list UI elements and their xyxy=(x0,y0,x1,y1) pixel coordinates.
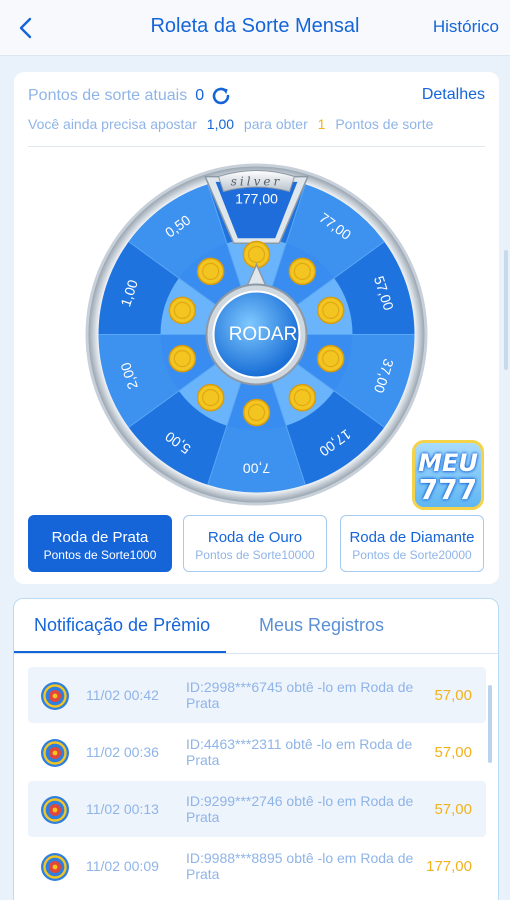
coin-icon xyxy=(196,383,225,412)
coin-icon xyxy=(316,296,345,325)
divider xyxy=(28,146,485,147)
need-middle: para obter xyxy=(243,116,308,132)
prize-medal-icon xyxy=(41,796,69,824)
records-panel: Notificação de Prêmio Meus Registros 11/… xyxy=(13,598,499,900)
coin-icon xyxy=(168,296,197,325)
active-tab-indicator xyxy=(14,651,226,653)
tab-my-records[interactable]: Meus Registros xyxy=(259,615,384,636)
tier-name: Roda de Prata xyxy=(51,529,149,546)
tier-name: Roda de Ouro xyxy=(207,529,303,546)
prize-notification-list: 11/02 00:42 ID:2998***6745 obtê -lo em R… xyxy=(28,667,486,900)
row-prize: 57,00 xyxy=(434,687,472,704)
tier-requirement: Pontos de Sorte1000 xyxy=(43,548,157,562)
header: Roleta da Sorte Mensal Histórico xyxy=(0,0,510,56)
row-time: 11/02 00:36 xyxy=(86,744,159,760)
list-item: 11/02 00:36 ID:4463***2311 obtê -lo em R… xyxy=(28,724,486,780)
refresh-icon[interactable] xyxy=(210,85,232,107)
row-description: ID:9988***8895 obtê -lo em Roda de Prata xyxy=(186,850,414,882)
list-item: 11/02 00:09 ID:9988***8895 obtê -lo em R… xyxy=(28,838,486,894)
row-description: ID:9299***2746 obtê -lo em Roda de Prata xyxy=(186,793,414,825)
tier-name: Roda de Diamante xyxy=(349,529,475,546)
row-prize: 57,00 xyxy=(434,744,472,761)
wheel-tiers: Roda de Prata Pontos de Sorte1000 Roda d… xyxy=(28,515,484,573)
row-prize: 177,00 xyxy=(426,858,472,875)
need-amount: 1,00 xyxy=(206,116,235,132)
luck-points-label: Pontos de sorte atuais xyxy=(28,87,188,104)
meu777-logo[interactable]: MEU 777 xyxy=(412,440,484,510)
wheel-segment-label: 7,00 xyxy=(243,461,270,477)
need-count: 1 xyxy=(317,116,326,132)
row-time: 11/02 00:42 xyxy=(86,687,159,703)
need-suffix: Pontos de sorte xyxy=(335,116,434,132)
coin-icon xyxy=(288,257,317,286)
history-link[interactable]: Histórico xyxy=(433,17,499,37)
coin-icon xyxy=(168,344,197,373)
list-item: 11/02 00:42 ID:2998***6745 obtê -lo em R… xyxy=(28,667,486,723)
page-scrollbar[interactable] xyxy=(504,250,508,370)
tier-gold-button[interactable]: Roda de Ouro Pontos de Sorte10000 xyxy=(183,515,327,572)
luck-points-row: Pontos de sorte atuais 0 xyxy=(28,85,232,107)
bet-requirement: Você ainda precisa apostar 1,00 para obt… xyxy=(28,116,433,132)
row-time: 11/02 00:13 xyxy=(86,801,159,817)
wheel-segment-label: 177,00 xyxy=(235,191,278,207)
row-prize: 57,00 xyxy=(434,801,472,818)
row-description: ID:4463***2311 obtê -lo em Roda de Prata xyxy=(186,736,413,768)
tier-silver-button[interactable]: Roda de Prata Pontos de Sorte1000 xyxy=(28,515,172,572)
luck-points-value: 0 xyxy=(195,87,205,104)
details-link[interactable]: Detalhes xyxy=(422,86,485,104)
coin-icon xyxy=(316,344,345,373)
row-description: ID:2998***6745 obtê -lo em Roda de Prata xyxy=(186,679,414,711)
tier-diamond-button[interactable]: Roda de Diamante Pontos de Sorte20000 xyxy=(340,515,484,572)
prize-medal-icon xyxy=(41,739,69,767)
coin-icon xyxy=(242,398,271,427)
tier-requirement: Pontos de Sorte10000 xyxy=(195,548,315,562)
need-prefix: Você ainda precisa apostar xyxy=(28,116,197,132)
spin-button[interactable] xyxy=(218,294,308,384)
prize-medal-icon xyxy=(41,682,69,710)
prize-medal-icon xyxy=(41,853,69,881)
logo-line2: 777 xyxy=(418,473,478,506)
tier-requirement: Pontos de Sorte20000 xyxy=(352,548,472,562)
silver-badge-text: silver xyxy=(231,175,282,189)
row-time: 11/02 00:09 xyxy=(86,858,159,874)
list-item: 11/02 00:13 ID:9299***2746 obtê -lo em R… xyxy=(28,781,486,837)
wheel-card: Pontos de sorte atuais 0 Detalhes Você a… xyxy=(14,72,499,584)
tab-divider xyxy=(14,653,498,654)
tab-prize-notifications[interactable]: Notificação de Prêmio xyxy=(34,615,210,636)
list-scrollbar[interactable] xyxy=(488,685,492,763)
coin-icon xyxy=(196,257,225,286)
coin-icon xyxy=(288,383,317,412)
